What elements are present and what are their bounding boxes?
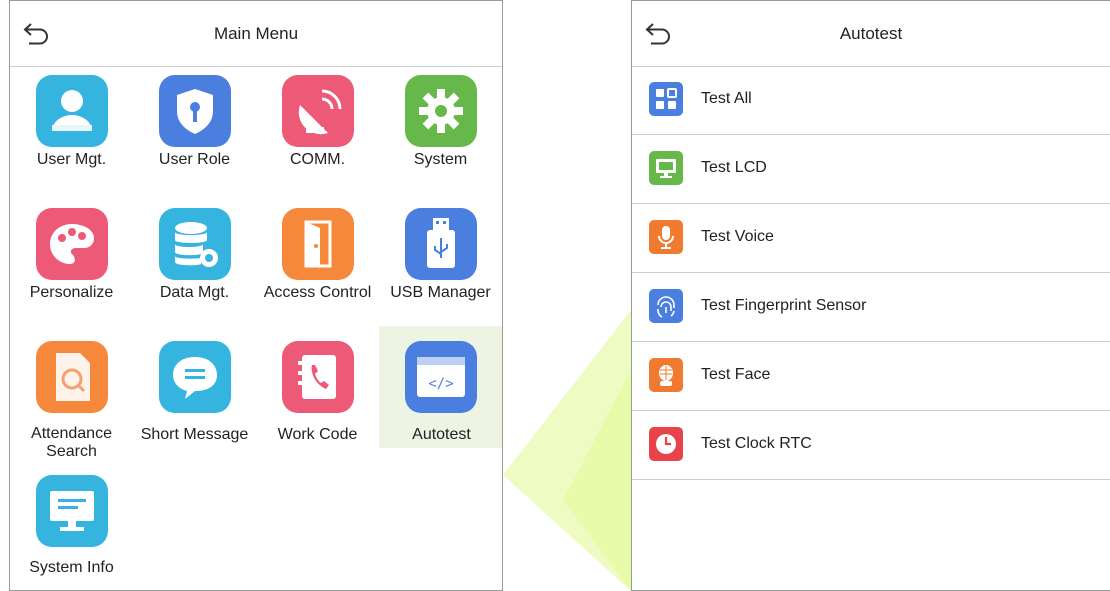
document-search-icon bbox=[36, 341, 108, 413]
menu-item-label: USB Manager bbox=[390, 284, 491, 301]
menu-item-system-info[interactable]: System Info bbox=[10, 467, 133, 590]
gear-icon bbox=[405, 75, 477, 147]
menu-item-label: Attendance Search bbox=[31, 425, 112, 460]
page-title: Main Menu bbox=[213, 23, 299, 43]
user-icon bbox=[36, 75, 108, 147]
menu-item-user-role[interactable]: User Role bbox=[133, 67, 256, 200]
autotest-panel: Autotest Test All Test LCD Test Voice Te… bbox=[631, 0, 1110, 591]
menu-item-short-message[interactable]: Short Message bbox=[133, 333, 256, 466]
list-item-label: Test Fingerprint Sensor bbox=[701, 297, 867, 314]
list-item-label: Test All bbox=[701, 90, 752, 107]
list-item-test-clock-rtc[interactable]: Test Clock RTC bbox=[632, 411, 1110, 480]
menu-item-label: User Role bbox=[158, 151, 231, 168]
shield-key-icon bbox=[159, 75, 231, 147]
back-arrow-icon bbox=[23, 23, 48, 45]
menu-item-label: User Mgt. bbox=[36, 151, 107, 168]
code-window-icon: </> bbox=[405, 341, 477, 413]
usb-icon bbox=[405, 208, 477, 280]
menu-item-user-mgt[interactable]: User Mgt. bbox=[10, 67, 133, 200]
autotest-list: Test All Test LCD Test Voice Test Finger… bbox=[632, 66, 1110, 480]
menu-item-work-code[interactable]: Work Code bbox=[256, 333, 379, 466]
watermark-arrow bbox=[503, 260, 631, 591]
list-item-test-face[interactable]: Test Face bbox=[632, 342, 1110, 411]
back-button[interactable] bbox=[644, 21, 672, 47]
list-item-label: Test LCD bbox=[701, 159, 767, 176]
menu-item-label: System Info bbox=[29, 559, 114, 576]
menu-item-label: Short Message bbox=[140, 426, 249, 443]
list-item-test-voice[interactable]: Test Voice bbox=[632, 204, 1110, 273]
main-menu-header: Main Menu bbox=[10, 1, 502, 67]
door-icon bbox=[282, 208, 354, 280]
svg-text:</>: </> bbox=[428, 376, 453, 392]
phone-book-icon bbox=[282, 341, 354, 413]
menu-item-data-mgt[interactable]: Data Mgt. bbox=[133, 200, 256, 333]
fingerprint-icon bbox=[649, 289, 683, 323]
menu-item-access-control[interactable]: Access Control bbox=[256, 200, 379, 333]
menu-item-personalize[interactable]: Personalize bbox=[10, 200, 133, 333]
menu-item-usb-manager[interactable]: USB Manager bbox=[379, 200, 502, 333]
back-arrow-icon bbox=[645, 23, 670, 45]
palette-icon bbox=[36, 208, 108, 280]
menu-item-label: System bbox=[413, 151, 468, 168]
monitor-icon bbox=[649, 151, 683, 185]
list-item-label: Test Voice bbox=[701, 228, 774, 245]
page-title: Autotest bbox=[839, 23, 903, 43]
autotest-header: Autotest bbox=[632, 1, 1110, 67]
list-item-label: Test Face bbox=[701, 366, 771, 383]
menu-item-label: COMM. bbox=[289, 151, 346, 168]
menu-item-system[interactable]: System bbox=[379, 67, 502, 200]
database-gear-icon bbox=[159, 208, 231, 280]
menu-item-label: Autotest bbox=[412, 426, 471, 443]
menu-item-autotest[interactable]: </> Autotest bbox=[379, 326, 502, 448]
list-item-test-fingerprint[interactable]: Test Fingerprint Sensor bbox=[632, 273, 1110, 342]
satellite-dish-icon bbox=[282, 75, 354, 147]
monitor-icon bbox=[36, 475, 108, 547]
microphone-icon bbox=[649, 220, 683, 254]
clock-icon bbox=[649, 427, 683, 461]
back-button[interactable] bbox=[22, 21, 50, 47]
menu-item-attendance-search[interactable]: Attendance Search bbox=[10, 333, 133, 475]
list-item-label: Test Clock RTC bbox=[701, 435, 812, 452]
list-item-test-lcd[interactable]: Test LCD bbox=[632, 135, 1110, 204]
menu-item-label: Personalize bbox=[29, 284, 114, 301]
menu-item-label: Data Mgt. bbox=[159, 284, 230, 301]
menu-item-label: Access Control bbox=[263, 284, 372, 301]
grid-icon bbox=[649, 82, 683, 116]
menu-item-label: Work Code bbox=[277, 426, 358, 443]
menu-item-comm[interactable]: COMM. bbox=[256, 67, 379, 200]
list-item-test-all[interactable]: Test All bbox=[632, 66, 1110, 135]
chat-bubble-icon bbox=[159, 341, 231, 413]
main-menu-panel: Main Menu User Mgt. User Role COMM. Syst… bbox=[9, 0, 503, 591]
face-icon bbox=[649, 358, 683, 392]
